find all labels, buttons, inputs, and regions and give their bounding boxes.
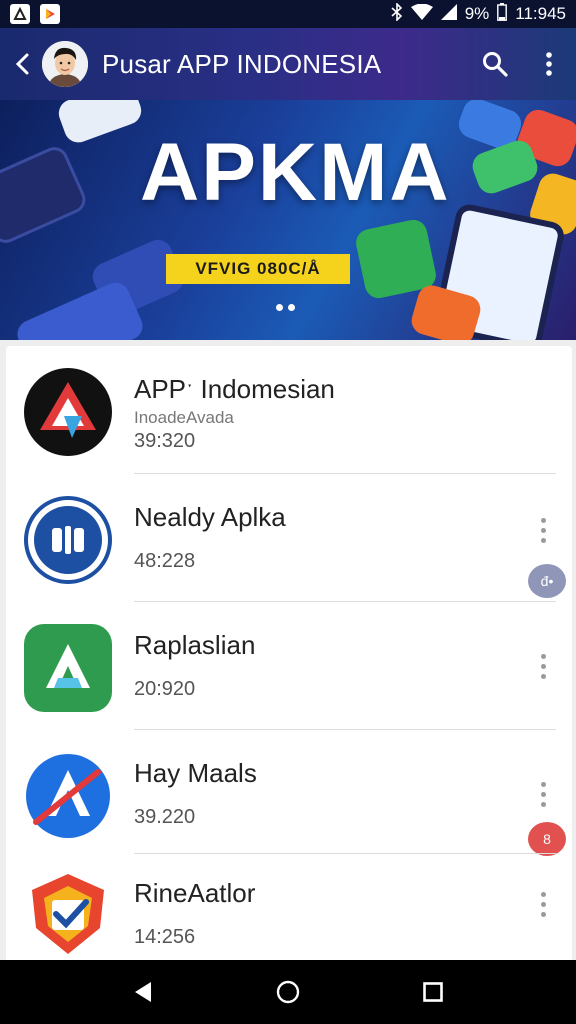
search-button[interactable] — [468, 28, 522, 100]
app-count: 14:256 — [134, 926, 196, 948]
more-vert-icon — [540, 891, 546, 897]
status-bar: 9% 11:945 — [0, 0, 576, 28]
app-name: Nealdy Aplka — [134, 502, 286, 532]
back-arrow-icon — [15, 53, 29, 75]
notification-app-icon — [10, 4, 30, 24]
app-name: RineAatlor — [134, 878, 256, 908]
battery-percent: 9% — [464, 4, 490, 23]
app-shield-check-icon — [24, 870, 112, 958]
bluetooth-icon — [391, 1, 403, 26]
list-item[interactable]: Nealdy Aplka 48:228 đ• — [6, 474, 572, 602]
promo-banner[interactable]: APKMA VFVIG 080C/Å — [0, 100, 576, 340]
app-count: 48:228 — [134, 550, 196, 572]
app-name: Raplaslian — [134, 630, 256, 660]
clock: 11:945 — [515, 4, 566, 23]
item-more-button[interactable] — [528, 506, 558, 554]
app-title: Pusar APP INDONESIA — [102, 48, 382, 79]
avatar[interactable] — [42, 41, 88, 87]
app-list[interactable]: APPˑ Indomesian InoadeAvada 39:320 Neald… — [6, 346, 572, 966]
app-list-area: APPˑ Indomesian InoadeAvada 39:320 Neald… — [0, 340, 576, 966]
wifi-icon — [410, 3, 433, 25]
banner-title: APKMA — [140, 127, 451, 218]
status-badge[interactable]: đ• — [528, 564, 566, 598]
list-item[interactable]: APPˑ Indomesian InoadeAvada 39:320 — [6, 346, 572, 474]
app-tile-decoration — [0, 142, 90, 248]
app-qr-icon — [24, 496, 112, 584]
app-blue-a-icon — [24, 752, 112, 840]
nav-back-button[interactable] — [113, 962, 173, 1022]
nav-home-button[interactable] — [258, 962, 318, 1022]
app-count: 39.220 — [134, 806, 196, 828]
status-badge[interactable]: 8 — [528, 822, 566, 856]
carousel-dot[interactable] — [276, 304, 283, 311]
more-options-button[interactable] — [522, 28, 576, 100]
search-icon — [483, 52, 508, 77]
list-item[interactable]: RineAatlor 14:256 — [6, 854, 572, 966]
nav-back-icon — [134, 982, 151, 1002]
system-nav-bar — [0, 960, 576, 1024]
item-more-button[interactable] — [528, 770, 558, 818]
app-bar: Pusar APP INDONESIA — [0, 28, 576, 100]
app-indonesia-icon — [24, 368, 112, 456]
list-item[interactable]: Hay Maals 39.220 8 — [6, 730, 572, 856]
nav-recents-icon — [423, 982, 444, 1002]
more-vert-icon — [546, 52, 552, 76]
nav-recents-button[interactable] — [403, 962, 463, 1022]
app-green-a-icon — [24, 624, 112, 712]
list-item[interactable]: Raplaslian 20:920 — [6, 602, 572, 730]
more-vert-icon — [540, 653, 546, 659]
app-count: 39:320 — [134, 430, 196, 452]
carousel-dot[interactable] — [288, 304, 295, 311]
app-subtitle: InoadeAvada — [134, 408, 234, 427]
banner-tag: VFVIG 080C/Å — [166, 254, 350, 284]
more-vert-icon — [540, 517, 546, 523]
app-tile-decoration — [12, 278, 148, 340]
nav-home-icon — [276, 980, 300, 1004]
app-tile-decoration — [54, 100, 146, 147]
signal-icon — [440, 3, 457, 25]
app-name: Hay Maals — [134, 758, 257, 788]
more-vert-icon — [540, 781, 546, 787]
item-more-button[interactable] — [528, 642, 558, 690]
back-button[interactable] — [2, 28, 42, 100]
play-store-icon — [40, 4, 60, 24]
battery-icon — [497, 2, 508, 26]
app-name: APPˑ Indomesian — [134, 374, 335, 404]
item-more-button[interactable] — [528, 880, 558, 928]
app-count: 20:920 — [134, 678, 196, 700]
carousel-indicator[interactable] — [276, 304, 295, 311]
